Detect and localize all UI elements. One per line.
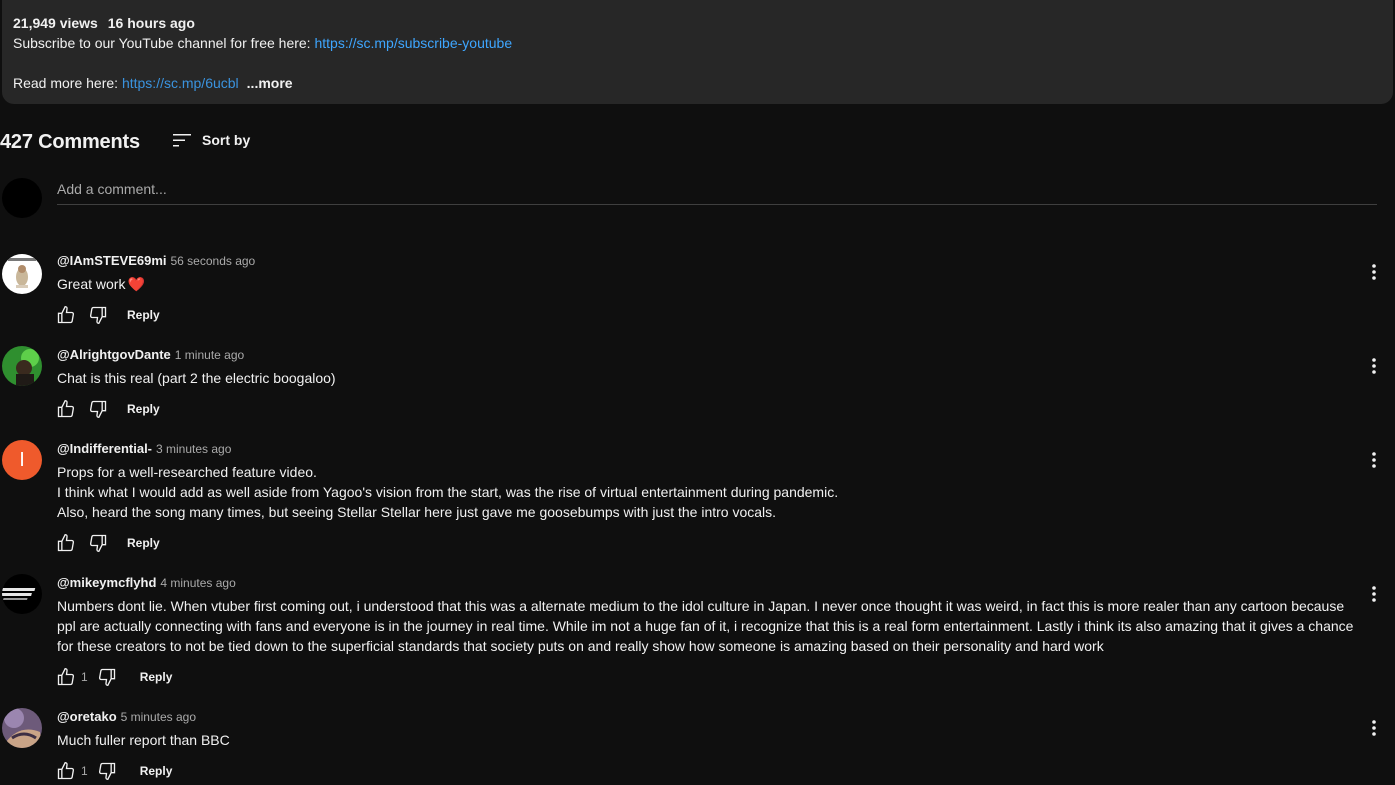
sort-by-label: Sort by xyxy=(202,132,251,148)
reply-button[interactable]: Reply xyxy=(127,308,160,322)
thumbs-down-icon xyxy=(98,668,115,687)
comment-time[interactable]: 1 minute ago xyxy=(175,348,244,362)
read-more-link[interactable]: https://sc.mp/6ucbl xyxy=(122,75,239,91)
avatar[interactable] xyxy=(2,574,42,614)
reply-button[interactable]: Reply xyxy=(140,670,173,684)
comment-meta: @Indifferential- 3 minutes ago xyxy=(57,440,231,458)
description-text: Read more here: xyxy=(13,75,122,91)
show-more-button[interactable]: ...more xyxy=(247,75,293,91)
comment-author[interactable]: @oretako xyxy=(57,709,117,724)
comment-text: Chat is this real (part 2 the electric b… xyxy=(57,370,336,386)
comment-line: I think what I would add as well aside f… xyxy=(57,484,839,500)
comment-count: 427 Comments xyxy=(0,130,140,153)
more-vert-icon xyxy=(1372,586,1376,602)
thumbs-up-icon xyxy=(57,761,75,780)
avatar-image-icon xyxy=(2,708,42,748)
description-text: Subscribe to our YouTube channel for fre… xyxy=(13,35,315,51)
comment-author[interactable]: @Indifferential- xyxy=(57,441,152,456)
avatar-letter[interactable]: I xyxy=(2,440,42,480)
like-button[interactable] xyxy=(55,304,77,326)
more-vert-icon xyxy=(1372,264,1376,280)
comment-time[interactable]: 3 minutes ago xyxy=(156,442,231,456)
comment-menu-button[interactable] xyxy=(1366,582,1382,606)
more-vert-icon xyxy=(1372,358,1376,374)
comment-meta: @IAmSTEVE69mi 56 seconds ago xyxy=(57,252,255,270)
current-user-avatar xyxy=(2,178,42,218)
more-vert-icon xyxy=(1372,452,1376,468)
dislike-button[interactable] xyxy=(87,304,109,326)
comment-meta: @mikeymcflyhd 4 minutes ago xyxy=(57,574,236,592)
comment-author[interactable]: @mikeymcflyhd xyxy=(57,575,156,590)
thumbs-up-icon xyxy=(57,305,75,324)
video-description[interactable]: 21,949 views 16 hours ago Subscribe to o… xyxy=(2,0,1393,104)
comment-text: Much fuller report than BBC xyxy=(57,732,230,748)
avatar-logo-icon xyxy=(2,574,42,614)
dislike-button[interactable] xyxy=(87,532,109,554)
more-vert-icon xyxy=(1372,720,1376,736)
thumbs-down-icon xyxy=(89,400,107,419)
description-line-1: Subscribe to our YouTube channel for fre… xyxy=(13,33,1382,53)
like-count: 1 xyxy=(81,670,88,684)
upload-age: 16 hours ago xyxy=(107,15,195,31)
thumbs-up-icon xyxy=(57,399,75,418)
comment-actions: Reply xyxy=(55,303,160,327)
like-button[interactable] xyxy=(55,398,77,420)
comment-actions: 1 Reply xyxy=(55,759,172,783)
comment-text: Props for a well-researched feature vide… xyxy=(57,462,1367,522)
comment-body: Great work xyxy=(57,276,126,292)
dislike-button[interactable] xyxy=(96,760,118,782)
comment-author[interactable]: @IAmSTEVE69mi xyxy=(57,253,167,268)
avatar[interactable] xyxy=(2,708,42,748)
subscribe-link[interactable]: https://sc.mp/subscribe-youtube xyxy=(314,35,512,51)
comment-menu-button[interactable] xyxy=(1366,260,1382,284)
description-line-2: Read more here: https://sc.mp/6ucbl ...mo… xyxy=(13,73,1382,93)
comment-time[interactable]: 4 minutes ago xyxy=(160,576,235,590)
view-count: 21,949 views xyxy=(13,15,98,31)
comment-actions: 1 Reply xyxy=(55,665,172,689)
thumbs-down-icon xyxy=(89,534,107,553)
comment-author[interactable]: @AlrightgovDante xyxy=(57,347,171,362)
avatar-image-icon xyxy=(2,254,42,294)
sort-icon xyxy=(173,134,191,147)
comment-time[interactable]: 56 seconds ago xyxy=(171,254,256,268)
like-button[interactable] xyxy=(55,532,77,554)
sort-by-button[interactable]: Sort by xyxy=(172,130,250,150)
thumbs-down-icon xyxy=(98,762,115,781)
avatar[interactable] xyxy=(2,346,42,386)
comment-line: Also, heard the song many times, but see… xyxy=(57,504,777,520)
comment-actions: Reply xyxy=(55,397,160,421)
thumbs-up-icon xyxy=(57,533,75,552)
avatar[interactable] xyxy=(2,254,42,294)
reply-button[interactable]: Reply xyxy=(140,764,173,778)
like-button[interactable] xyxy=(55,666,77,688)
comment-menu-button[interactable] xyxy=(1366,716,1382,740)
comment-meta: @oretako 5 minutes ago xyxy=(57,708,196,726)
comments-header: 427 Comments xyxy=(0,128,140,156)
dislike-button[interactable] xyxy=(87,398,109,420)
avatar-image-icon xyxy=(2,346,42,386)
comment-menu-button[interactable] xyxy=(1366,354,1382,378)
comment-menu-button[interactable] xyxy=(1366,448,1382,472)
reply-button[interactable]: Reply xyxy=(127,402,160,416)
view-stats: 21,949 views 16 hours ago xyxy=(13,13,1382,33)
comment-text: Numbers dont lie. When vtuber first comi… xyxy=(57,598,1354,654)
comment-actions: Reply xyxy=(55,531,160,555)
comment-text: Great work ❤️ xyxy=(57,274,1367,294)
reply-button[interactable]: Reply xyxy=(127,536,160,550)
add-comment-input[interactable]: Add a comment... xyxy=(57,180,1377,205)
thumbs-up-icon xyxy=(57,667,75,686)
comment-line: Props for a well-researched feature vide… xyxy=(57,464,317,480)
comment-meta: @AlrightgovDante 1 minute ago xyxy=(57,346,244,364)
dislike-button[interactable] xyxy=(96,666,118,688)
comment-time[interactable]: 5 minutes ago xyxy=(121,710,196,724)
thumbs-down-icon xyxy=(89,306,107,325)
like-button[interactable] xyxy=(55,760,77,782)
like-count: 1 xyxy=(81,764,88,778)
heart-emoji-icon: ❤️ xyxy=(127,276,145,292)
